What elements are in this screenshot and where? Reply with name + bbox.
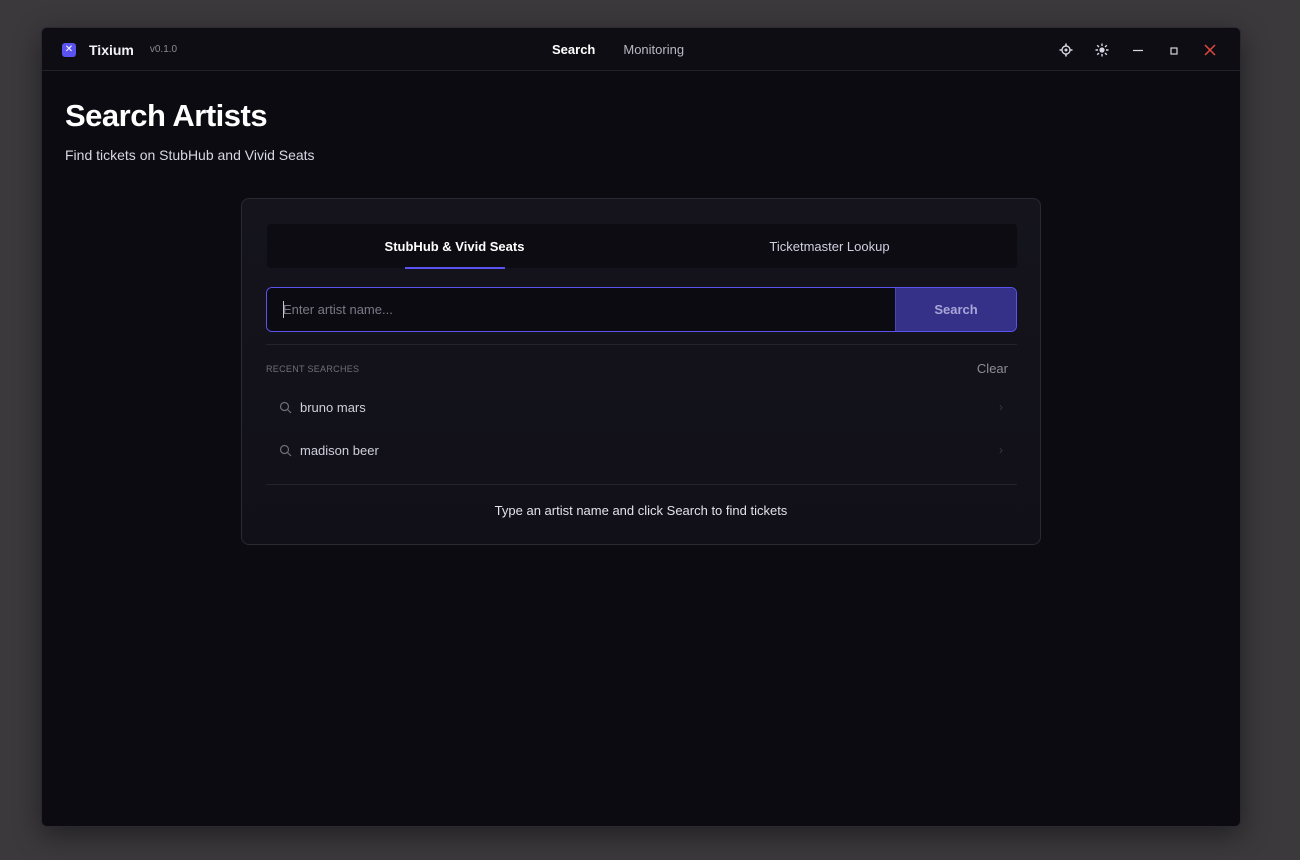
title-bar[interactable]: ✕ Tixium v0.1.0 Search Monitoring	[42, 28, 1240, 71]
minimize-icon[interactable]	[1120, 28, 1156, 71]
recent-search-item[interactable]: madison beer ›	[266, 431, 1017, 469]
chevron-right-icon: ›	[999, 443, 1003, 457]
tab-label: Ticketmaster Lookup	[769, 238, 890, 254]
active-tab-indicator	[405, 267, 505, 269]
search-button[interactable]: Search	[895, 288, 1016, 331]
search-icon	[279, 444, 292, 457]
brand: ✕ Tixium v0.1.0	[62, 28, 177, 71]
artist-search-input[interactable]	[267, 288, 895, 331]
main-content: Search Artists Find tickets on StubHub a…	[42, 72, 1240, 826]
chevron-right-icon: ›	[999, 400, 1003, 414]
maximize-icon[interactable]	[1156, 28, 1192, 71]
search-icon	[279, 401, 292, 414]
app-logo-icon: ✕	[62, 42, 76, 57]
tab-label: StubHub & Vivid Seats	[384, 238, 525, 254]
theme-sun-icon[interactable]	[1084, 28, 1120, 71]
window-controls	[1048, 28, 1228, 71]
search-card: StubHub & Vivid Seats Ticketmaster Looku…	[241, 198, 1041, 545]
search-bar: Search	[266, 287, 1017, 332]
recent-search-item[interactable]: bruno mars ›	[266, 388, 1017, 426]
page-subtitle: Find tickets on StubHub and Vivid Seats	[65, 147, 315, 163]
recent-searches-label: RECENT SEARCHES	[266, 364, 360, 374]
clear-recent-button[interactable]: Clear	[977, 361, 1008, 376]
page-title: Search Artists	[65, 98, 268, 133]
source-tabs: StubHub & Vivid Seats Ticketmaster Looku…	[267, 224, 1017, 269]
recent-search-text: bruno mars	[300, 399, 366, 415]
close-icon[interactable]	[1192, 28, 1228, 71]
nav-monitoring[interactable]: Monitoring	[623, 42, 684, 57]
app-window: ✕ Tixium v0.1.0 Search Monitoring Search…	[41, 27, 1241, 827]
top-nav: Search Monitoring	[552, 28, 684, 71]
divider	[266, 484, 1017, 485]
app-version: v0.1.0	[149, 44, 178, 55]
settings-gear-icon[interactable]	[1048, 28, 1084, 71]
text-caret	[283, 301, 284, 318]
divider	[266, 344, 1017, 345]
tab-stubhub-vivid-seats[interactable]: StubHub & Vivid Seats	[267, 224, 642, 269]
recent-search-text: madison beer	[300, 442, 379, 458]
nav-search[interactable]: Search	[552, 42, 595, 57]
tab-ticketmaster-lookup[interactable]: Ticketmaster Lookup	[642, 224, 1017, 268]
search-hint: Type an artist name and click Search to …	[494, 503, 788, 518]
app-name: Tixium	[89, 41, 134, 58]
